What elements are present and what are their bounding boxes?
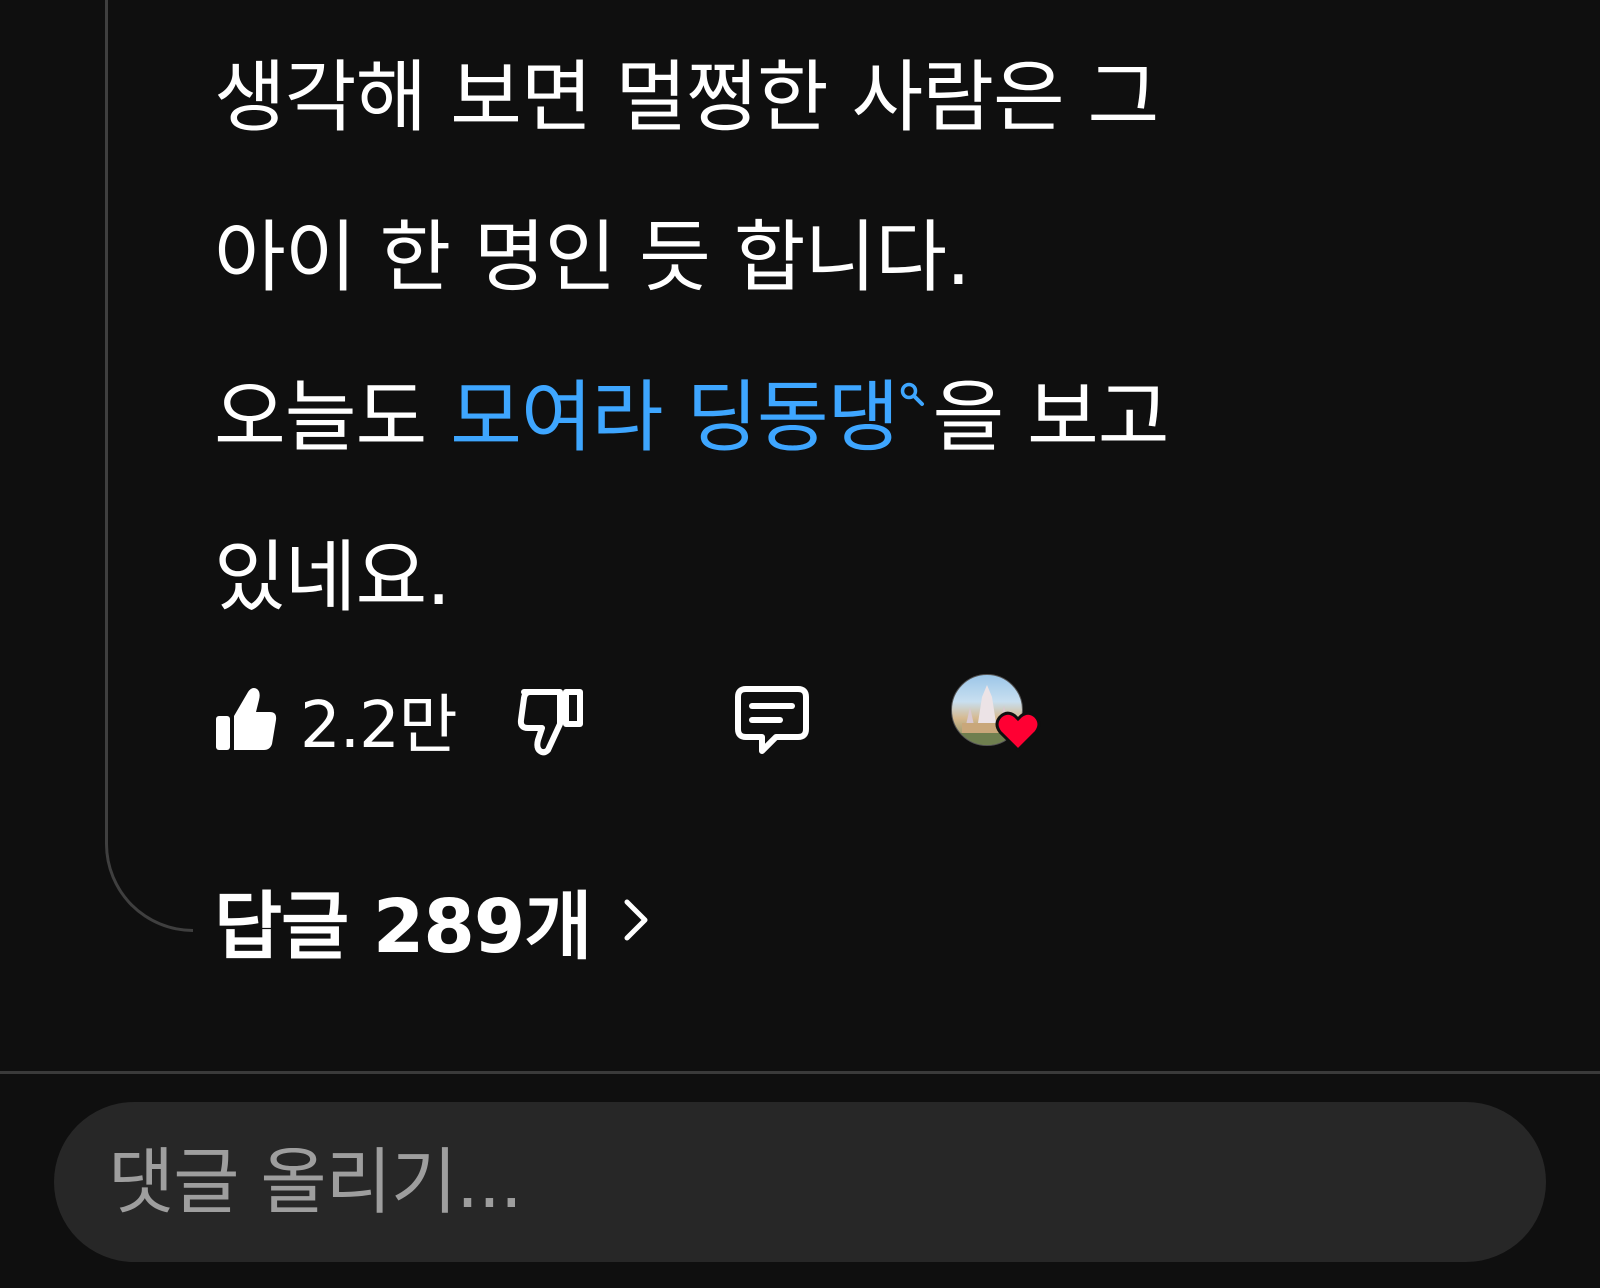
comment-line-1: 생각해 보면 멀쩡한 사람은 그 <box>214 53 1159 143</box>
creator-heart <box>951 674 1051 758</box>
chevron-right-icon <box>624 899 648 941</box>
heart-icon <box>995 711 1041 752</box>
comment-line-3-prefix: 오늘도 <box>214 373 451 463</box>
search-icon <box>901 382 925 406</box>
comment-icon <box>735 686 809 754</box>
hashtag-link[interactable]: 모여라 딩동댕 <box>450 373 899 463</box>
comment-line-3-suffix: 을 보고 <box>932 373 1169 463</box>
thumbs-up-icon <box>216 688 277 750</box>
like-count: 2.2만 <box>300 689 458 763</box>
view-replies-button[interactable]: 답글 289개 <box>214 872 651 970</box>
dislike-button[interactable] <box>516 684 588 756</box>
like-button[interactable]: 2.2만 <box>214 680 458 763</box>
comment-composer <box>0 1074 1600 1288</box>
reply-thread-connector <box>105 0 193 932</box>
replies-label: 답글 289개 <box>214 883 592 970</box>
comment-line-3: 오늘도 모여라 딩동댕 을 보고 <box>214 338 1474 498</box>
reply-button[interactable] <box>734 684 810 756</box>
comment-line-4: 있네요. <box>214 533 451 623</box>
comment-line-2: 아이 한 명인 듯 합니다. <box>214 213 971 303</box>
comment-text: 생각해 보면 멀쩡한 사람은 그 아이 한 명인 듯 합니다. 오늘도 모여라 … <box>214 18 1474 658</box>
thumbs-down-icon <box>517 689 583 756</box>
comment-actions: 2.2만 <box>214 674 1114 763</box>
comment-input[interactable] <box>54 1102 1546 1262</box>
